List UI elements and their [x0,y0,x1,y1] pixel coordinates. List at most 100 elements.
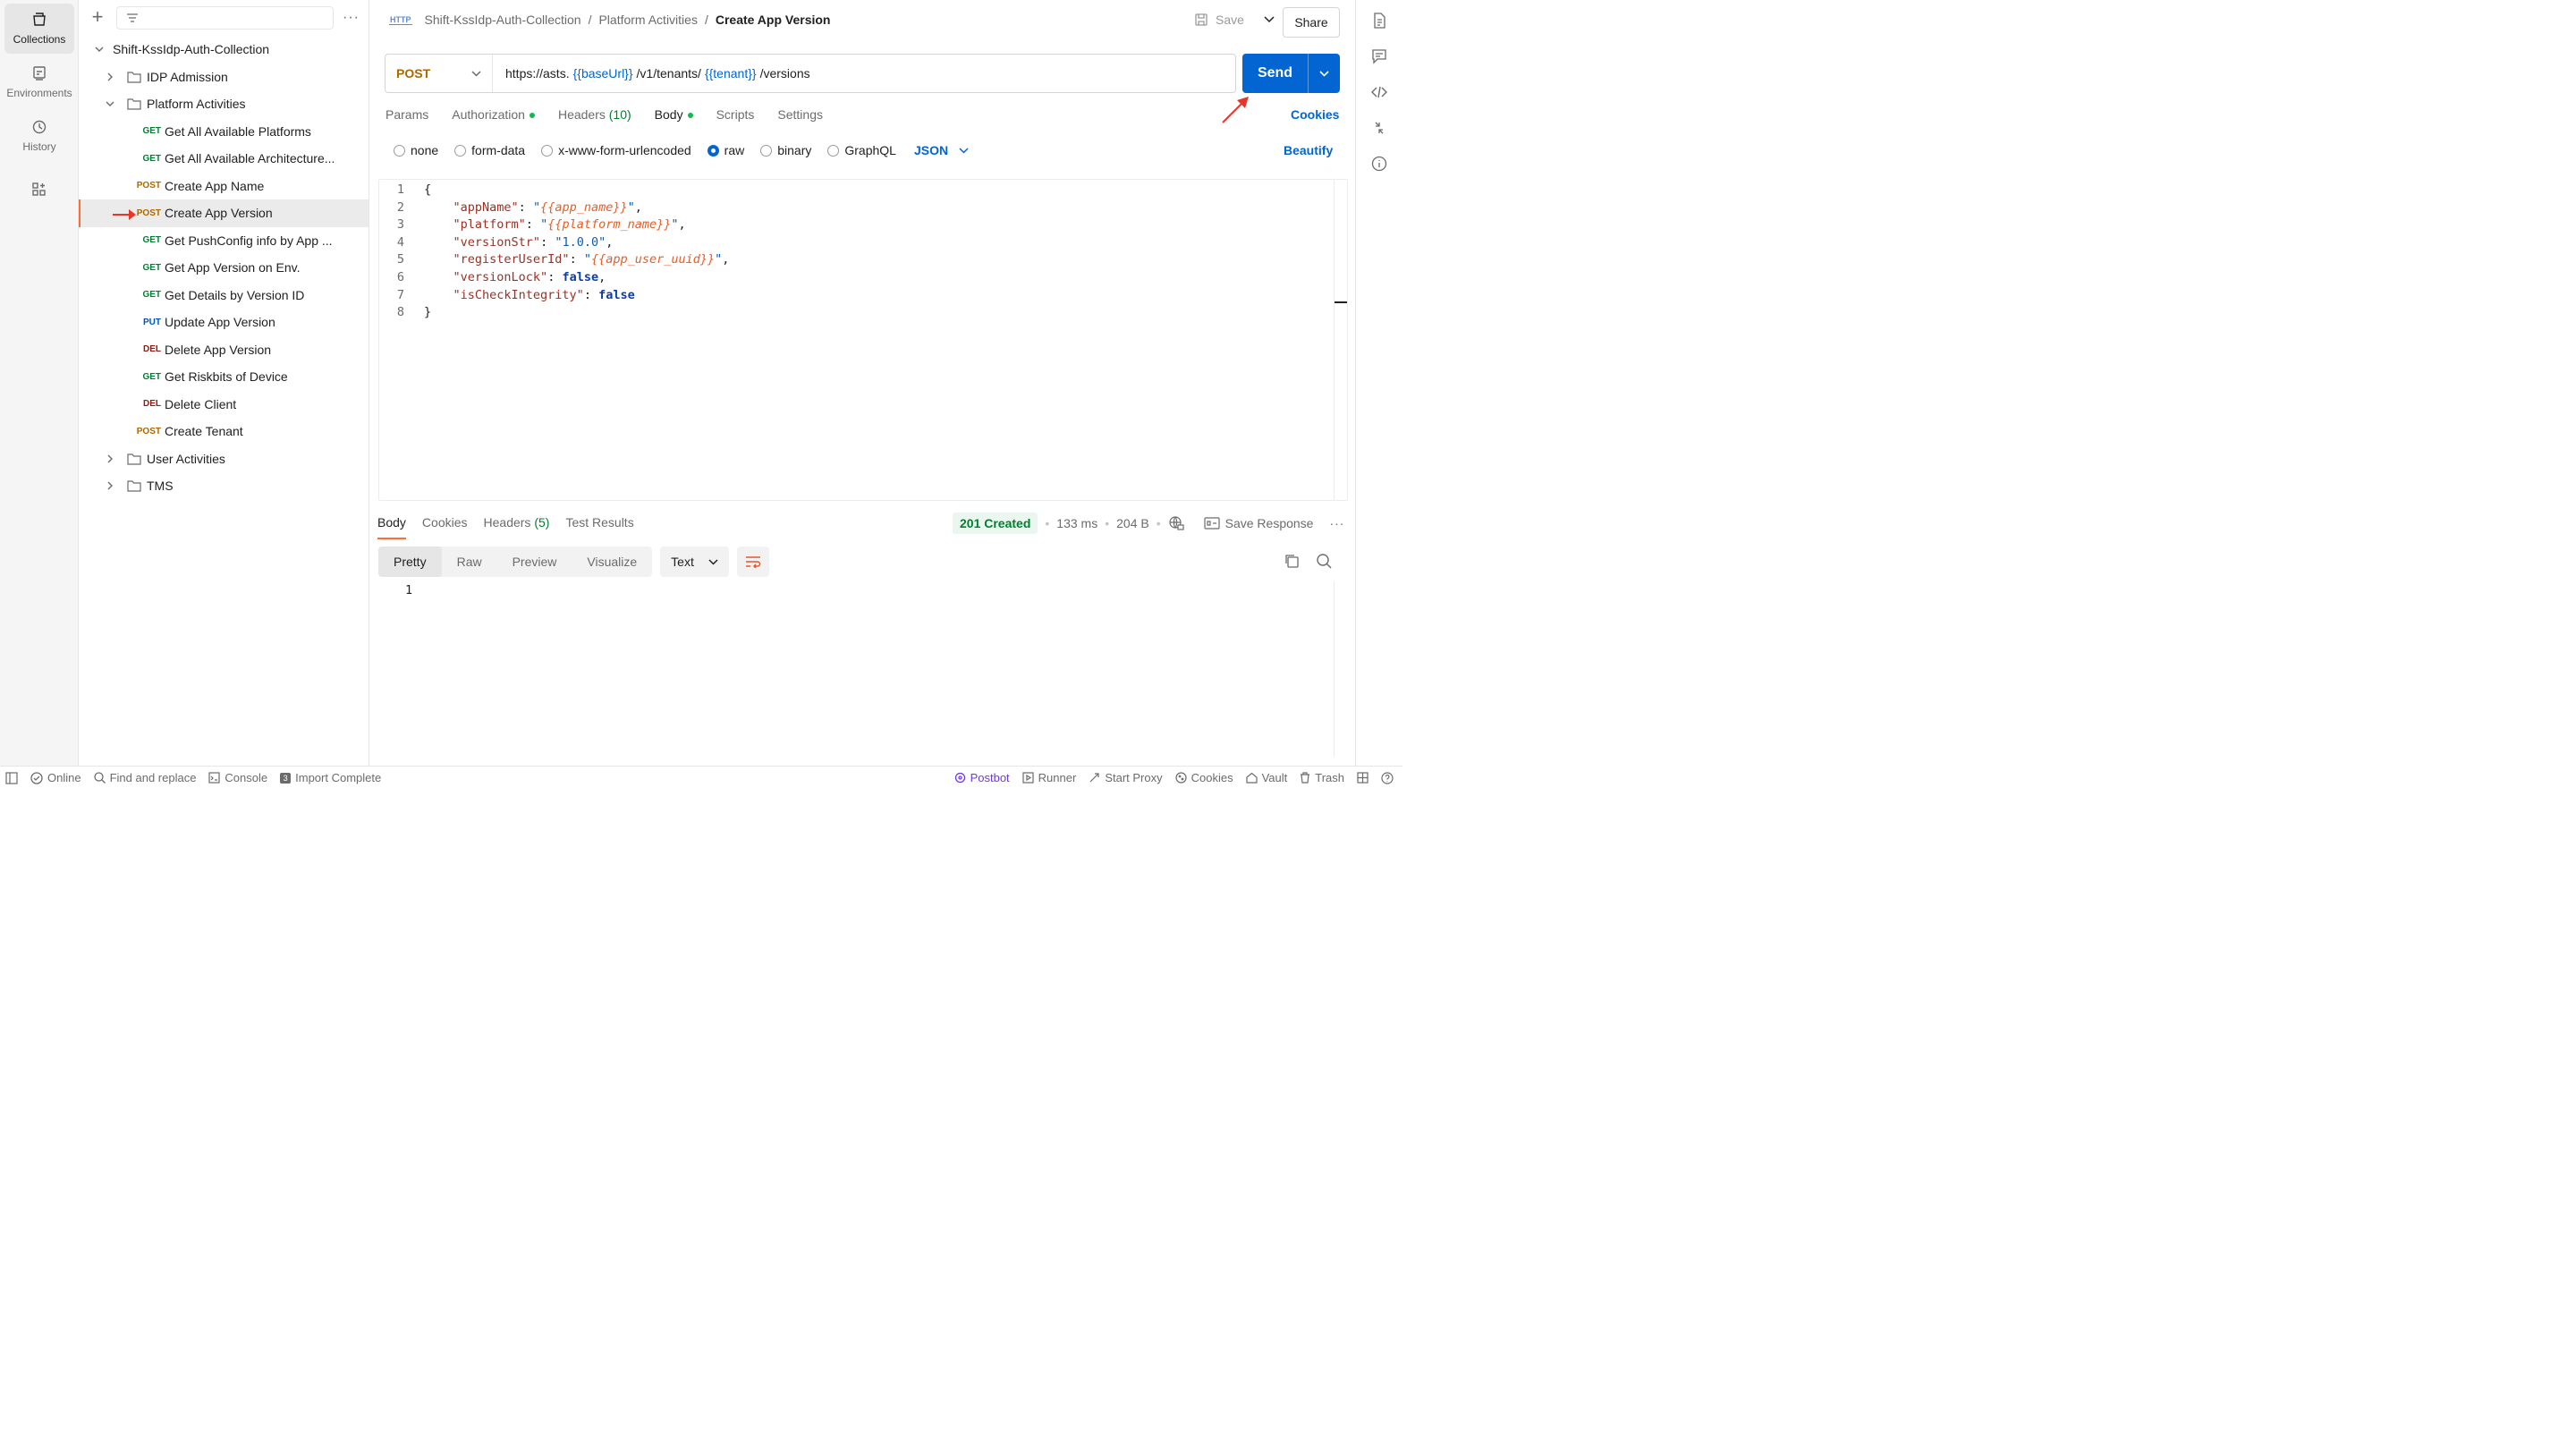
layout-icon[interactable] [1357,772,1368,784]
sidebar-more-icon[interactable]: ··· [343,10,360,26]
search-icon[interactable] [1316,553,1332,569]
rail-apps[interactable] [4,165,74,215]
related-collections-icon[interactable] [1371,120,1387,136]
response-format-select[interactable]: Text [660,547,729,577]
vault-button[interactable]: Vault [1245,771,1287,784]
rail-collections[interactable]: Collections [4,4,74,54]
history-icon [32,120,47,134]
request-item[interactable]: GET Get All Available Architecture... [79,145,369,173]
collection-name: Shift-KssIdp-Auth-Collection [113,42,270,57]
postbot-button[interactable]: Postbot [954,771,1010,784]
send-button[interactable]: Send [1242,54,1340,93]
tab-scripts[interactable]: Scripts [716,107,755,122]
copy-icon[interactable] [1284,553,1300,569]
chevron-right-icon[interactable] [104,479,116,492]
sidebar-filter-input[interactable] [116,6,335,30]
request-item[interactable]: DEL Delete Client [79,391,369,419]
request-item[interactable]: POST Create Tenant [79,418,369,445]
request-item[interactable]: GET Get App Version on Env. [79,254,369,282]
chevron-down-icon[interactable] [93,43,106,55]
send-dropdown[interactable] [1308,54,1340,93]
breadcrumb-folder[interactable]: Platform Activities [598,13,697,27]
response-size[interactable]: 204 B [1116,516,1149,530]
view-raw[interactable]: Raw [442,547,497,577]
code-text: "versionLock": false, [453,269,606,284]
tab-headers[interactable]: Headers (10) [558,107,631,122]
import-status[interactable]: 3 Import Complete [280,771,381,784]
help-icon[interactable] [1381,771,1394,784]
save-button[interactable]: Save [1216,13,1244,27]
code-icon[interactable] [1371,84,1387,100]
chevron-down-icon[interactable] [1264,16,1275,23]
request-item[interactable]: DEL Delete App Version [79,336,369,364]
request-item[interactable]: GET Get Riskbits of Device [79,363,369,391]
wrap-lines-button[interactable] [736,547,769,577]
resp-tab-tests[interactable]: Test Results [565,515,633,539]
chevron-right-icon[interactable] [104,71,116,83]
code-editor[interactable]: 1{2 "appName": "{{app_name}}", 3 "platfor… [378,179,1348,501]
new-collection-button[interactable]: + [88,7,107,28]
documentation-icon[interactable] [1371,13,1387,29]
url-input[interactable]: https://asts. {{baseUrl}} /v1/tenants/ {… [493,66,810,80]
start-proxy-button[interactable]: Start Proxy [1089,771,1163,784]
collection-row[interactable]: Shift-KssIdp-Auth-Collection [79,36,369,64]
resp-tab-headers[interactable]: Headers (5) [484,515,550,539]
radio-raw[interactable]: raw [707,143,744,157]
status-badge[interactable]: 201 Created [953,513,1038,534]
breadcrumb-collection[interactable]: Shift-KssIdp-Auth-Collection [425,13,581,27]
cookies-button[interactable]: Cookies [1175,771,1233,784]
rail-environments[interactable]: Environments [4,57,74,107]
resp-tab-cookies[interactable]: Cookies [422,515,468,539]
radio-none[interactable]: none [394,143,438,157]
runner-button[interactable]: Runner [1022,771,1076,784]
request-item[interactable]: GET Get PushConfig info by App ... [79,227,369,255]
find-replace-button[interactable]: Find and replace [93,771,196,784]
folder-row-idp[interactable]: IDP Admission [79,64,369,91]
tab-authorization[interactable]: Authorization [452,107,535,122]
toggle-sidebar-icon[interactable] [5,771,18,784]
tab-params[interactable]: Params [386,107,428,122]
folder-row-tms[interactable]: TMS [79,472,369,500]
response-more-icon[interactable]: ··· [1329,516,1344,530]
chevron-down-icon[interactable] [104,97,116,110]
code-text: } [415,304,431,322]
tab-body[interactable]: Body [655,107,693,122]
code-line: 7 "isCheckIntegrity": false [379,287,1347,305]
request-item[interactable]: POST Create App Name [79,173,369,200]
request-item[interactable]: PUT Update App Version [79,309,369,336]
share-button[interactable]: Share [1283,7,1340,38]
runner-icon [1022,772,1034,784]
folder-icon [127,98,141,110]
method-select[interactable]: POST [386,55,493,92]
view-preview[interactable]: Preview [497,547,572,577]
globe-lock-icon[interactable] [1168,515,1184,531]
request-item[interactable]: GET Get All Available Platforms [79,118,369,146]
save-response-button[interactable]: Save Response [1204,516,1313,530]
request-item[interactable]: GET Get Details by Version ID [79,282,369,309]
format-value: JSON [913,143,949,157]
info-icon[interactable] [1371,156,1387,172]
trash-button[interactable]: Trash [1300,771,1344,784]
check-circle-icon [30,771,43,784]
format-select[interactable]: JSON [914,143,969,157]
console-button[interactable]: Console [208,771,267,784]
chevron-right-icon[interactable] [104,453,116,465]
cookies-link[interactable]: Cookies [1291,107,1339,122]
comments-icon[interactable] [1371,48,1387,64]
vault-icon [1245,772,1258,784]
radio-urlencoded[interactable]: x-www-form-urlencoded [541,143,691,157]
view-visualize[interactable]: Visualize [572,547,652,577]
online-status[interactable]: Online [30,771,81,784]
page-title[interactable]: Create App Version [716,13,831,27]
view-pretty[interactable]: Pretty [378,547,442,577]
rail-history[interactable]: History [4,111,74,161]
tab-settings[interactable]: Settings [777,107,823,122]
folder-row-user[interactable]: User Activities [79,445,369,473]
response-time[interactable]: 133 ms [1056,516,1097,530]
resp-tab-body[interactable]: Body [377,515,406,539]
radio-binary[interactable]: binary [760,143,811,157]
beautify-button[interactable]: Beautify [1284,143,1333,157]
radio-graphql[interactable]: GraphQL [827,143,896,157]
folder-row-platform[interactable]: Platform Activities [79,90,369,118]
radio-form-data[interactable]: form-data [454,143,525,157]
